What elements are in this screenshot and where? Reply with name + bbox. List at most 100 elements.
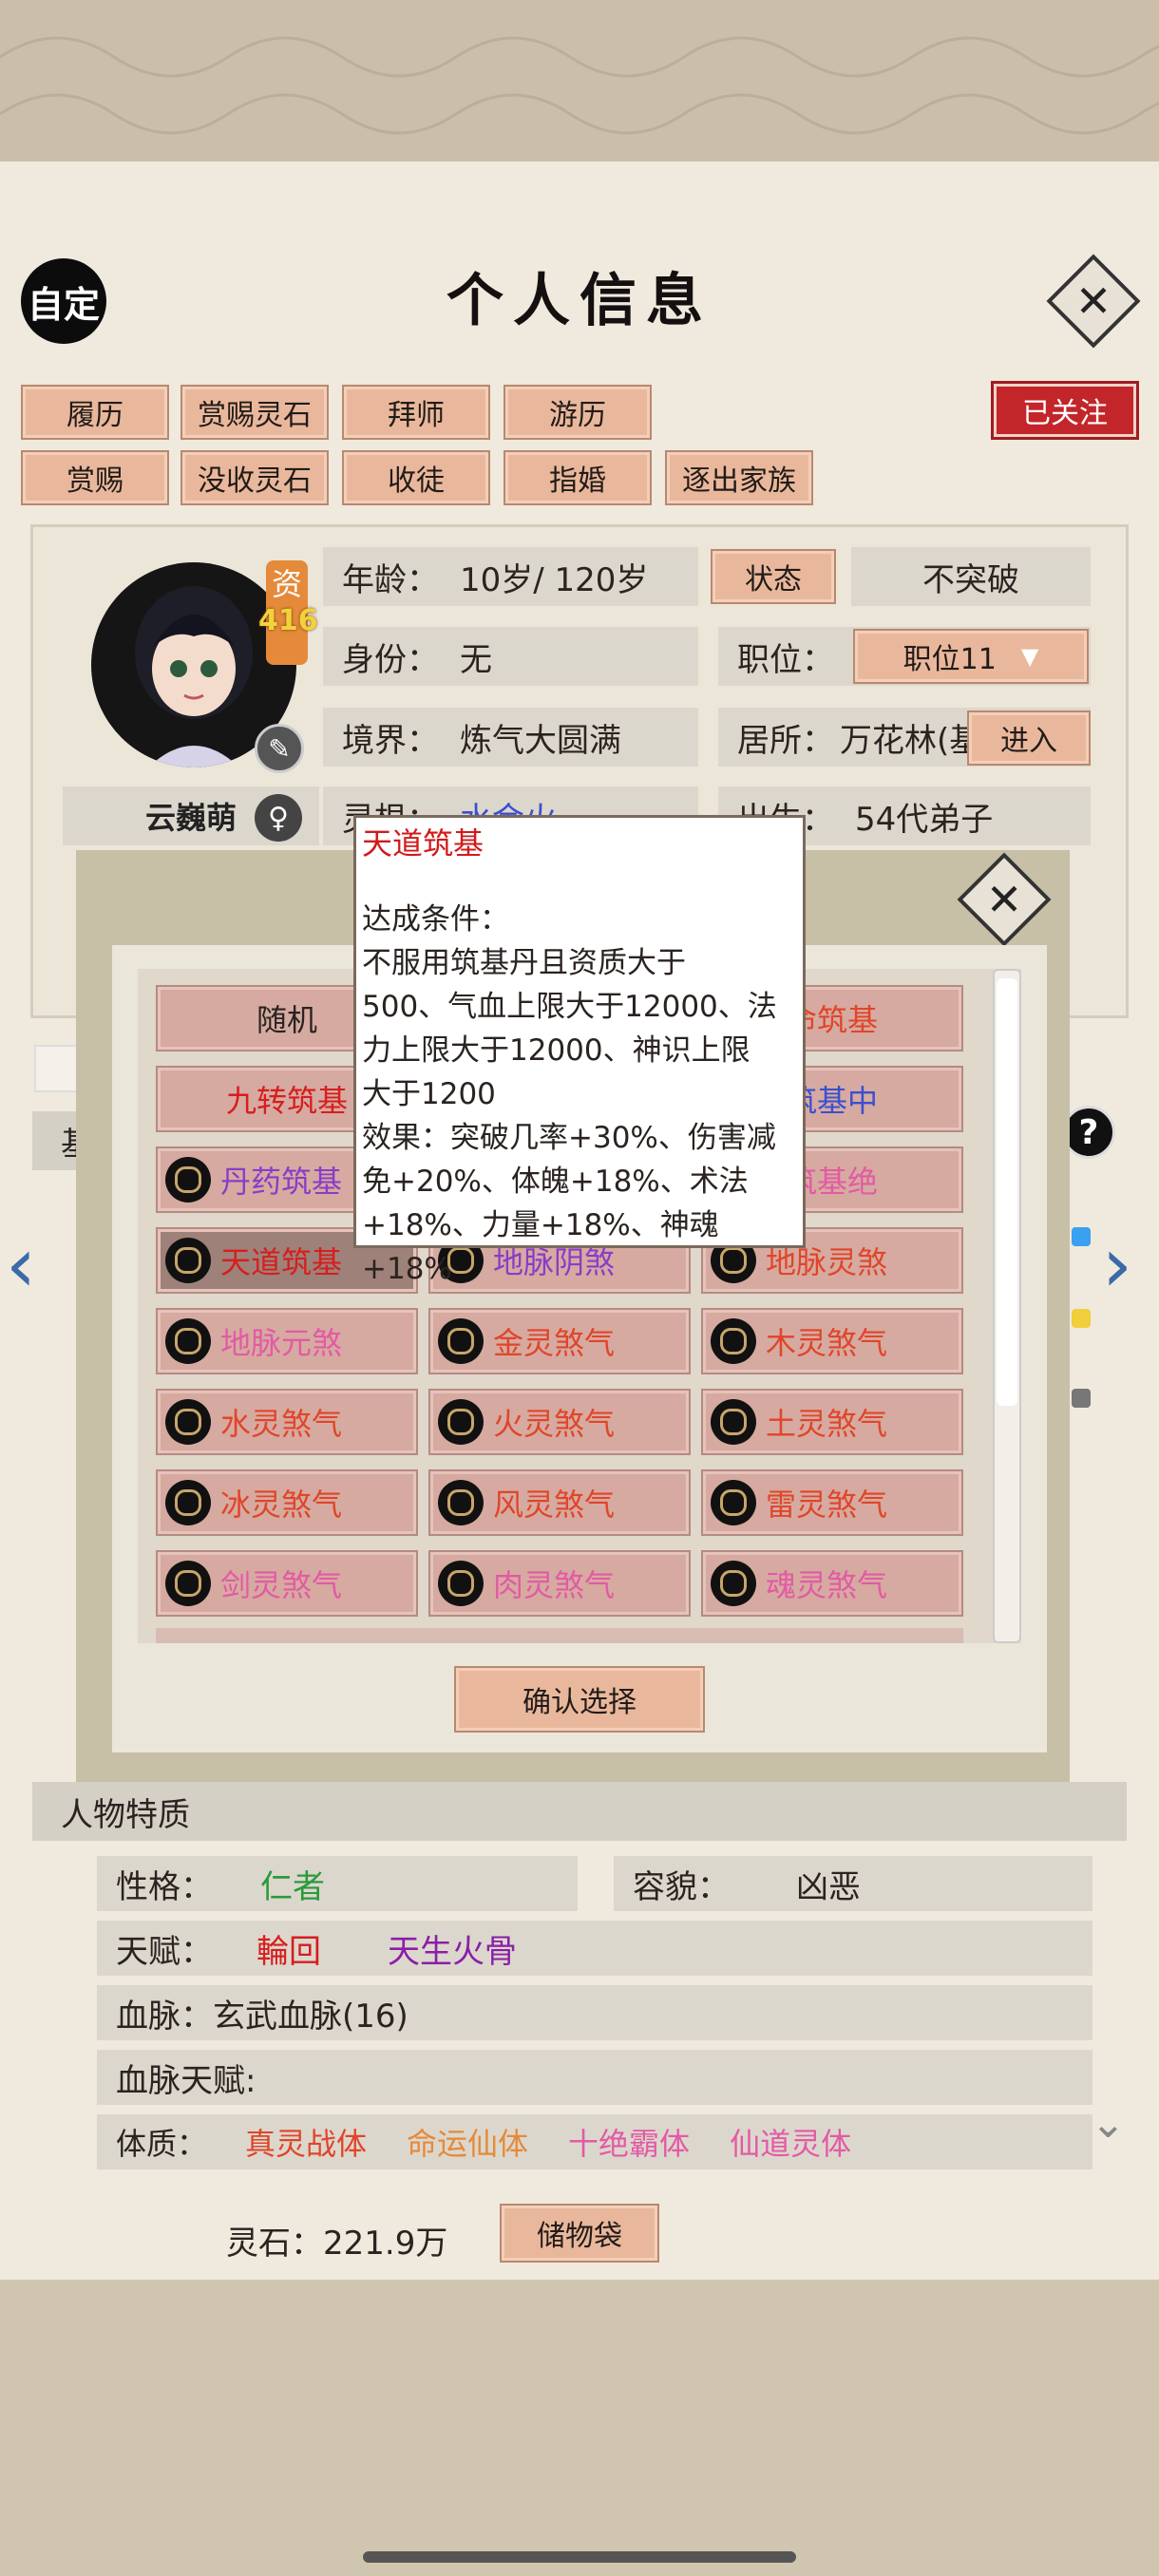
constitution-value: 十绝霸体 <box>568 2126 691 2162</box>
female-icon: ♀ <box>255 794 302 842</box>
help-button[interactable]: ? <box>1062 1106 1115 1159</box>
tooltip-line: +18%、力量+18%、神魂+18% <box>362 1208 719 1286</box>
identity-field: 身份： 无 <box>323 627 698 686</box>
option-ice[interactable]: 冰灵煞气 <box>156 1469 418 1536</box>
apprentice-button[interactable]: 拜师 <box>342 385 490 440</box>
follow-badge[interactable]: 已关注 <box>994 384 1136 437</box>
side-tab-blank[interactable] <box>34 1045 78 1092</box>
page-title: 个人信息 <box>446 268 712 334</box>
prev-arrow-icon[interactable]: ‹ <box>6 1221 36 1309</box>
blue-marker-icon <box>1072 1227 1091 1246</box>
scroll-down-chevron-icon[interactable]: ⌄ <box>1091 2099 1126 2148</box>
lock-icon <box>165 1157 211 1203</box>
close-button[interactable]: ✕ <box>1046 254 1141 349</box>
gray-marker-icon <box>1072 1389 1091 1408</box>
modal-close-button[interactable]: ✕ <box>957 852 1052 947</box>
top-decor-band <box>0 0 1159 161</box>
no-breakthrough-button[interactable]: 不突破 <box>851 547 1091 606</box>
lock-icon <box>711 1561 756 1606</box>
aptitude-value: 416 <box>258 604 318 637</box>
residence-label: 居所： <box>737 721 834 760</box>
option-label: 火灵煞气 <box>493 1406 616 1442</box>
option-fire[interactable]: 火灵煞气 <box>428 1389 691 1455</box>
tooltip-line: 效果：突破几率+30%、伤害减 <box>362 1121 776 1155</box>
lock-icon <box>438 1480 484 1525</box>
tooltip-line: 达成条件： <box>362 902 509 937</box>
constitution-value: 命运仙体 <box>407 2126 529 2162</box>
realm-field: 境界： 炼气大圆满 <box>323 708 698 767</box>
option-earth[interactable]: 土灵煞气 <box>701 1389 963 1455</box>
history-button[interactable]: 履历 <box>21 385 169 440</box>
confiscate-stone-button[interactable]: 没收灵石 <box>180 450 329 505</box>
lock-icon <box>165 1318 211 1364</box>
option-label: 剑灵煞气 <box>220 1567 343 1603</box>
option-label: 肉灵煞气 <box>493 1567 616 1603</box>
tooltip-line: 不服用筑基丹且资质大于 <box>362 946 686 980</box>
wave-pattern <box>0 36 1159 135</box>
arrange-marriage-button[interactable]: 指婚 <box>504 450 652 505</box>
next-arrow-icon[interactable]: › <box>1102 1221 1132 1309</box>
lock-icon <box>711 1480 756 1525</box>
chevron-down-icon: ▼ <box>1020 643 1039 670</box>
personality-value: 仁者 <box>260 1867 325 1906</box>
take-disciple-button[interactable]: 收徒 <box>342 450 490 505</box>
home-indicator[interactable] <box>363 2551 796 2563</box>
constitution-value: 真灵战体 <box>245 2126 368 2162</box>
option-label: 土灵煞气 <box>766 1406 888 1442</box>
reward-stone-button[interactable]: 赏赐灵石 <box>180 385 329 440</box>
reward-button[interactable]: 赏赐 <box>21 450 169 505</box>
option-label: 木灵煞气 <box>766 1325 888 1361</box>
bloodline-label: 血脉： <box>116 1997 213 2036</box>
option-earth-origin[interactable]: 地脉元煞 <box>156 1308 418 1374</box>
enter-button[interactable]: 进入 <box>967 710 1091 766</box>
constitution-field: 体质： 真灵战体 命运仙体 十绝霸体 仙道灵体 <box>97 2114 1092 2169</box>
option-label: 随机 <box>256 1002 317 1038</box>
lock-icon <box>711 1399 756 1445</box>
age-value: 10岁/ 120岁 <box>460 560 649 599</box>
position-label: 职位： <box>737 640 834 679</box>
option-thunder[interactable]: 雷灵煞气 <box>701 1469 963 1536</box>
tooltip-title: 天道筑基 <box>362 825 484 862</box>
origin-value: 54代弟子 <box>855 800 994 839</box>
confirm-selection-button[interactable]: 确认选择 <box>454 1666 705 1733</box>
personality-label: 性格： <box>116 1867 213 1906</box>
position-select[interactable]: 职位11 ▼ <box>853 629 1089 684</box>
option-soul[interactable]: 魂灵煞气 <box>701 1550 963 1617</box>
option-label: 风灵煞气 <box>493 1487 616 1523</box>
looks-field: 容貌： 凶恶 <box>614 1856 1092 1911</box>
option-wind[interactable]: 风灵煞气 <box>428 1469 691 1536</box>
bloodline-value: 玄武血脉(16) <box>213 1997 408 2036</box>
edit-icon[interactable]: ✎ <box>255 724 304 773</box>
lock-icon <box>711 1318 756 1364</box>
personality-field: 性格： 仁者 <box>97 1856 578 1911</box>
looks-label: 容貌： <box>633 1867 730 1906</box>
option-label: 魂灵煞气 <box>766 1567 888 1603</box>
lock-icon <box>165 1238 211 1283</box>
storage-bag-button[interactable]: 储物袋 <box>500 2204 659 2263</box>
option-label: 丹药筑基 <box>220 1164 343 1200</box>
expel-button[interactable]: 逐出家族 <box>665 450 813 505</box>
talent-value: 輪回 <box>256 1932 321 1971</box>
lock-icon <box>165 1399 211 1445</box>
talent-value: 天生火骨 <box>388 1932 517 1971</box>
option-label: 金灵煞气 <box>493 1325 616 1361</box>
lock-icon <box>165 1480 211 1525</box>
travel-button[interactable]: 游历 <box>504 385 652 440</box>
option-label: 水灵煞气 <box>220 1406 343 1442</box>
option-water[interactable]: 水灵煞气 <box>156 1389 418 1455</box>
next-row-peek <box>156 1628 963 1643</box>
age-label: 年龄： <box>342 560 439 599</box>
close-icon: ✕ <box>985 874 1023 925</box>
close-icon: ✕ <box>1074 275 1112 327</box>
option-label: 九转筑基 <box>225 1083 348 1119</box>
option-metal[interactable]: 金灵煞气 <box>428 1308 691 1374</box>
option-wood[interactable]: 木灵煞气 <box>701 1308 963 1374</box>
status-button[interactable]: 状态 <box>711 549 836 604</box>
list-scroll-thumb[interactable] <box>997 978 1017 1406</box>
lock-icon <box>438 1561 484 1606</box>
tooltip-line: 力上限大于12000、神识上限 <box>362 1033 750 1068</box>
foundation-tooltip: 天道筑基 达成条件： 不服用筑基丹且资质大于 500、气血上限大于12000、法… <box>353 815 806 1286</box>
option-flesh[interactable]: 肉灵煞气 <box>428 1550 691 1617</box>
yellow-marker-icon <box>1072 1309 1091 1328</box>
option-sword[interactable]: 剑灵煞气 <box>156 1550 418 1617</box>
